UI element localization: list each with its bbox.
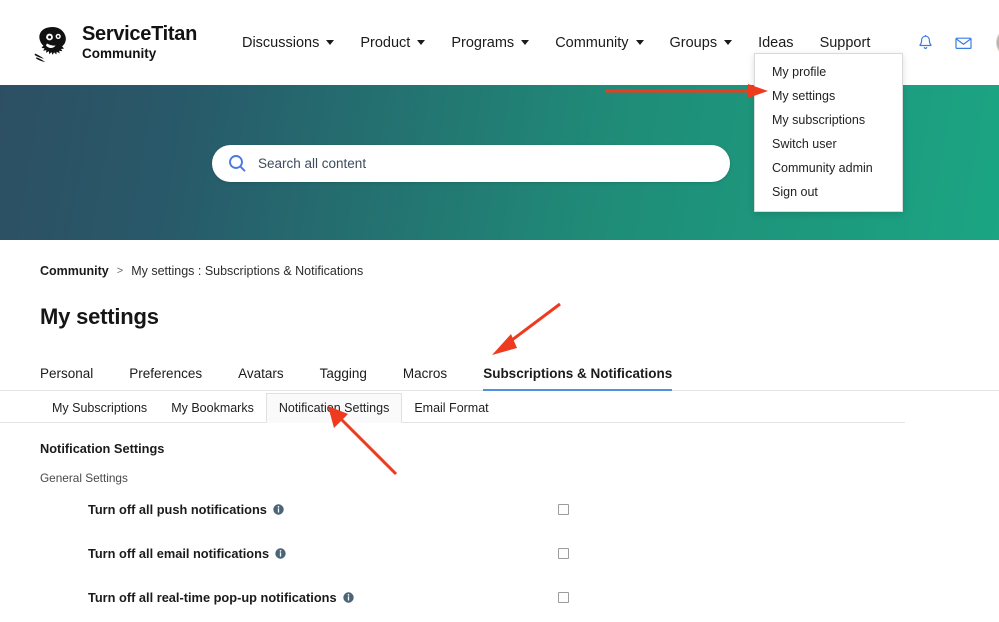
nav-label: Product	[360, 34, 411, 51]
chevron-down-icon	[724, 40, 733, 45]
breadcrumb: Community > My settings : Subscriptions …	[40, 264, 999, 278]
tab-personal[interactable]: Personal	[40, 366, 93, 390]
nav-label: Discussions	[241, 34, 320, 51]
subtab-my-subscriptions[interactable]: My Subscriptions	[40, 393, 159, 422]
nav-label: Community	[555, 34, 629, 51]
brand-logo[interactable]: ServiceTitan Community	[33, 24, 197, 62]
search-placeholder: Search all content	[258, 156, 367, 171]
page-root: ServiceTitan Community Discussions Produ…	[0, 0, 999, 622]
page-title: My settings	[40, 304, 159, 329]
setting-text: Turn off all real-time pop-up notificati…	[88, 590, 337, 605]
info-icon[interactable]	[273, 504, 284, 515]
chevron-down-icon	[635, 40, 644, 45]
subtab-notification-settings[interactable]: Notification Settings	[265, 393, 403, 423]
setting-row-realtime-popup: Turn off all real-time pop-up notificati…	[40, 578, 999, 617]
brand-subtitle: Community	[82, 46, 157, 62]
tab-preferences[interactable]: Preferences	[129, 366, 202, 390]
tab-macros[interactable]: Macros	[403, 366, 447, 390]
nav-item-groups[interactable]: Groups	[670, 35, 733, 51]
user-menu-item-community-admin[interactable]: Community admin	[755, 156, 902, 180]
settings-tabs: Personal Preferences Avatars Tagging Mac…	[0, 356, 999, 391]
checkbox-push-notifications[interactable]	[558, 504, 569, 515]
setting-label: Turn off all real-time pop-up notificati…	[88, 590, 354, 605]
subtab-my-bookmarks[interactable]: My Bookmarks	[159, 393, 266, 422]
nav-label: Programs	[451, 34, 515, 51]
setting-text: Turn off all push notifications	[88, 502, 267, 517]
nav-item-product[interactable]: Product	[360, 34, 426, 51]
tab-tagging[interactable]: Tagging	[320, 366, 367, 390]
tab-avatars[interactable]: Avatars	[238, 366, 284, 390]
nav-item-community[interactable]: Community	[555, 34, 644, 51]
nav-item-programs[interactable]: Programs	[451, 34, 530, 51]
nav-item-support[interactable]: Support	[820, 35, 871, 51]
nav-item-ideas[interactable]: Ideas	[758, 35, 793, 51]
notification-subtabs: My Subscriptions My Bookmarks Notificati…	[0, 391, 905, 423]
user-menu-item-switch-user[interactable]: Switch user	[755, 132, 902, 156]
primary-nav: Discussions Product Programs Community G…	[242, 35, 896, 51]
breadcrumb-current: My settings : Subscriptions & Notificati…	[131, 264, 364, 278]
search-icon	[228, 154, 247, 173]
chevron-down-icon	[417, 40, 426, 45]
chevron-down-icon	[521, 40, 530, 45]
subtab-email-format[interactable]: Email Format	[402, 393, 500, 422]
nav-item-discussions[interactable]: Discussions	[241, 34, 335, 51]
user-menu-item-my-profile[interactable]: My profile	[755, 60, 902, 84]
nav-label: Ideas	[758, 34, 794, 51]
nav-label: Support	[819, 34, 871, 51]
section-title: Notification Settings	[40, 441, 165, 456]
tab-subscriptions-notifications[interactable]: Subscriptions & Notifications	[483, 366, 673, 391]
info-icon[interactable]	[342, 592, 354, 603]
chevron-down-icon	[326, 40, 335, 45]
user-menu-dropdown: My profile My settings My subscriptions …	[754, 53, 903, 212]
search-input[interactable]: Search all content	[212, 145, 730, 182]
general-settings-label: General Settings	[40, 471, 128, 485]
setting-label: Turn off all push notifications	[88, 502, 284, 517]
checkbox-realtime-popup-notifications[interactable]	[558, 592, 569, 603]
setting-row-push: Turn off all push notifications	[40, 490, 999, 529]
checkbox-email-notifications[interactable]	[558, 548, 569, 559]
bell-icon[interactable]	[918, 34, 933, 51]
user-menu-item-sign-out[interactable]: Sign out	[755, 180, 902, 204]
info-icon[interactable]	[275, 548, 286, 559]
header-icon-group	[896, 28, 999, 57]
main-content: Community > My settings : Subscriptions …	[0, 240, 999, 622]
setting-row-email: Turn off all email notifications	[40, 534, 999, 573]
breadcrumb-root[interactable]: Community	[40, 264, 109, 278]
notification-settings-panel: Notification Settings General Settings T…	[0, 423, 999, 622]
user-menu-item-my-subscriptions[interactable]: My subscriptions	[755, 108, 902, 132]
nav-label: Groups	[669, 34, 718, 51]
brand-name: ServiceTitan	[82, 23, 197, 46]
user-menu-item-my-settings[interactable]: My settings	[755, 84, 902, 108]
breadcrumb-separator: >	[116, 265, 124, 277]
servicetitan-logo-icon	[33, 24, 73, 62]
setting-label: Turn off all email notifications	[88, 546, 286, 561]
envelope-icon[interactable]	[955, 36, 972, 50]
setting-text: Turn off all email notifications	[88, 546, 270, 561]
